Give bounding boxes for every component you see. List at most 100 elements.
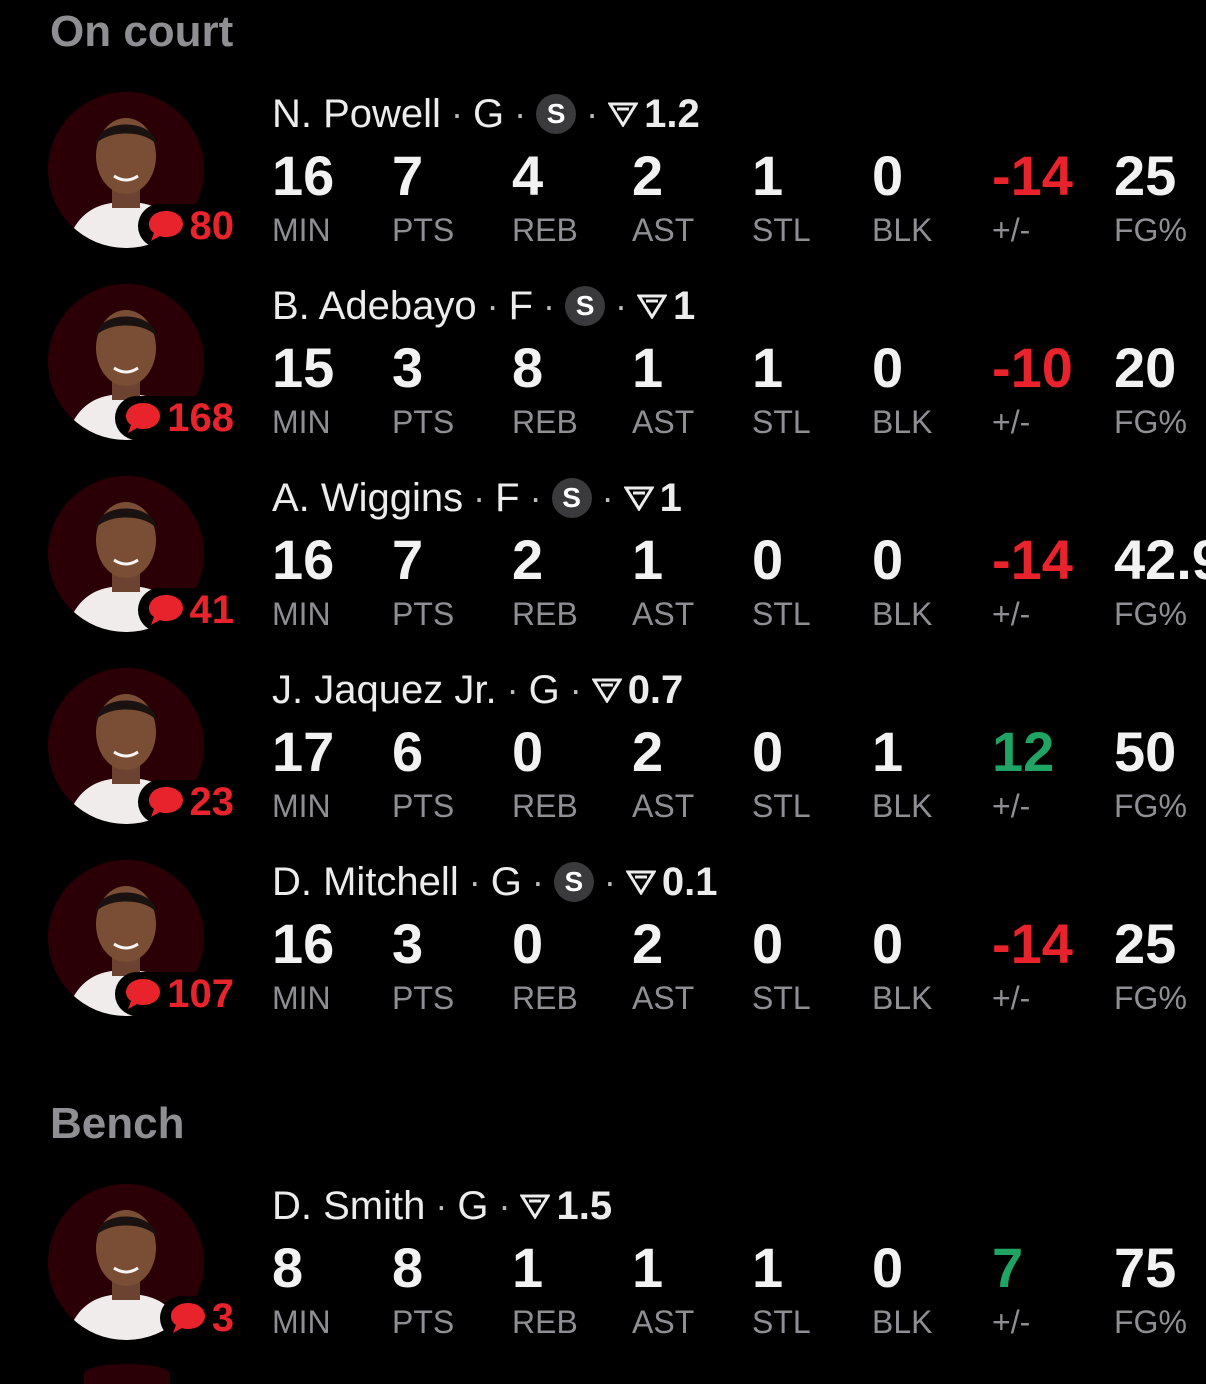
stat-blk-label: BLK — [872, 212, 933, 248]
comments-badge[interactable]: 23 — [137, 780, 234, 824]
player-position: G — [457, 1183, 489, 1228]
rating-triangle-icon — [625, 870, 656, 895]
separator-dot: · — [468, 861, 481, 902]
stat-ast-value: 1 — [632, 1236, 664, 1299]
stat-pts-value: 7 — [392, 144, 424, 207]
stat-reb-label: REB — [512, 212, 578, 248]
rating-triangle-icon — [623, 486, 654, 511]
player-name[interactable]: D. Smith — [272, 1184, 425, 1229]
stat-fg-label: FG% — [1114, 212, 1187, 248]
stat-reb-value: 0 — [512, 912, 544, 975]
stat-blk-value: 0 — [872, 912, 904, 975]
player-row[interactable]: 3 D. Smith · G · 1.5 8 MIN 8 PTS 1 REB 1 AST 1 ST… — [0, 1176, 1206, 1356]
stat-fg-label: FG% — [1114, 1304, 1187, 1340]
stat-min-label: MIN — [272, 1304, 331, 1340]
separator-dot: · — [569, 669, 582, 710]
separator-dot: · — [543, 285, 556, 326]
player-name[interactable]: N. Powell — [272, 92, 441, 137]
stat-reb-value: 2 — [512, 528, 544, 591]
comments-badge[interactable]: 168 — [115, 396, 234, 440]
comment-count: 168 — [167, 396, 234, 440]
stat-pts-label: PTS — [392, 1304, 455, 1340]
separator-dot: · — [506, 669, 519, 710]
separator-dot: · — [586, 93, 599, 134]
stat-min-label: MIN — [272, 596, 331, 632]
stat-min-value: 8 — [272, 1236, 304, 1299]
stat-fg-value: 42.9 — [1114, 528, 1206, 591]
stat-pts-label: PTS — [392, 788, 455, 824]
separator-dot: · — [603, 861, 616, 902]
stat-pts-value: 7 — [392, 528, 424, 591]
stat-ast-value: 1 — [632, 528, 664, 591]
stat-blk-value: 1 — [872, 720, 904, 783]
separator-dot: · — [514, 93, 527, 134]
stat-pts-label: PTS — [392, 596, 455, 632]
separator-dot: · — [615, 285, 628, 326]
stat-pm-label: +/- — [992, 1304, 1031, 1340]
stat-stl-label: STL — [752, 980, 811, 1016]
chat-bubble-icon — [148, 595, 183, 625]
player-position: G — [528, 667, 560, 712]
stat-stl-value: 1 — [752, 1236, 784, 1299]
separator-dot: · — [473, 477, 486, 518]
stat-min-value: 16 — [272, 528, 335, 591]
comments-badge[interactable]: 41 — [137, 588, 234, 632]
stat-pts-value: 6 — [392, 720, 424, 783]
stat-ast-label: AST — [632, 980, 695, 1016]
stat-pts-value: 3 — [392, 336, 424, 399]
stat-min-label: MIN — [272, 212, 331, 248]
starter-badge-icon: S — [551, 478, 592, 518]
stat-pm-label: +/- — [992, 596, 1031, 632]
player-row[interactable]: 107 D. Mitchell · G · S · 0.1 16 MIN 3 PTS 0… — [0, 852, 1206, 1032]
comments-badge[interactable]: 107 — [115, 972, 234, 1016]
player-name[interactable]: A. Wiggins — [272, 476, 463, 521]
comments-badge[interactable]: 80 — [137, 204, 234, 248]
stat-fg-value: 20 — [1114, 336, 1177, 399]
stat-min-label: MIN — [272, 788, 331, 824]
player-row[interactable]: 168 B. Adebayo · F · S · 1 15 MIN 3 PTS 8 REB… — [0, 276, 1206, 456]
player-name[interactable]: B. Adebayo — [272, 284, 477, 329]
stat-reb-value: 4 — [512, 144, 544, 207]
player-position: F — [508, 283, 534, 328]
stat-min-value: 17 — [272, 720, 335, 783]
player-name[interactable]: D. Mitchell — [272, 860, 459, 905]
separator-dot: · — [450, 93, 463, 134]
player-row[interactable]: 41 A. Wiggins · F · S · 1 16 MIN 7 PTS 2 REB 1… — [0, 468, 1206, 648]
player-rating: 0.7 — [627, 667, 684, 712]
separator-dot: · — [498, 1185, 511, 1226]
stat-pm-label: +/- — [992, 212, 1031, 248]
rating-triangle-icon — [520, 1194, 551, 1219]
stat-blk-label: BLK — [872, 980, 933, 1016]
stat-fg-value: 75 — [1114, 1236, 1177, 1299]
stat-stl-value: 0 — [752, 912, 784, 975]
starter-wrap: S · — [553, 861, 626, 903]
stat-stl-label: STL — [752, 404, 811, 440]
stat-fg-label: FG% — [1114, 980, 1187, 1016]
stat-stl-value: 1 — [752, 336, 784, 399]
next-player-avatar[interactable] — [84, 1364, 170, 1384]
stat-reb-label: REB — [512, 404, 578, 440]
player-rating: 1.2 — [644, 91, 700, 136]
player-row[interactable]: 23 J. Jaquez Jr. · G · 0.7 17 MIN 6 PTS 0 REB… — [0, 660, 1206, 840]
player-rating: 0.1 — [661, 859, 718, 904]
stat-pm-value: -14 — [992, 144, 1073, 207]
stat-fg-label: FG% — [1114, 404, 1187, 440]
stat-blk-label: BLK — [872, 1304, 933, 1340]
player-row[interactable]: 80 N. Powell · G · S · 1.2 16 MIN 7 PTS 4 REB… — [0, 84, 1206, 264]
player-rating: 1.5 — [556, 1183, 613, 1228]
stat-stl-label: STL — [752, 1304, 811, 1340]
stat-fg-value: 25 — [1114, 912, 1177, 975]
stat-ast-label: AST — [632, 212, 695, 248]
stat-reb-value: 0 — [512, 720, 544, 783]
comments-badge[interactable]: 3 — [159, 1296, 234, 1340]
on-court-heading: On court — [50, 7, 234, 56]
stat-min-label: MIN — [272, 404, 331, 440]
chat-bubble-icon — [170, 1303, 205, 1333]
player-name[interactable]: J. Jaquez Jr. — [272, 668, 497, 713]
stat-reb-label: REB — [512, 788, 578, 824]
stat-reb-label: REB — [512, 980, 578, 1016]
stat-fg-label: FG% — [1114, 788, 1187, 824]
stat-ast-value: 2 — [632, 720, 664, 783]
stat-blk-label: BLK — [872, 788, 933, 824]
stat-pm-value: -14 — [992, 912, 1073, 975]
